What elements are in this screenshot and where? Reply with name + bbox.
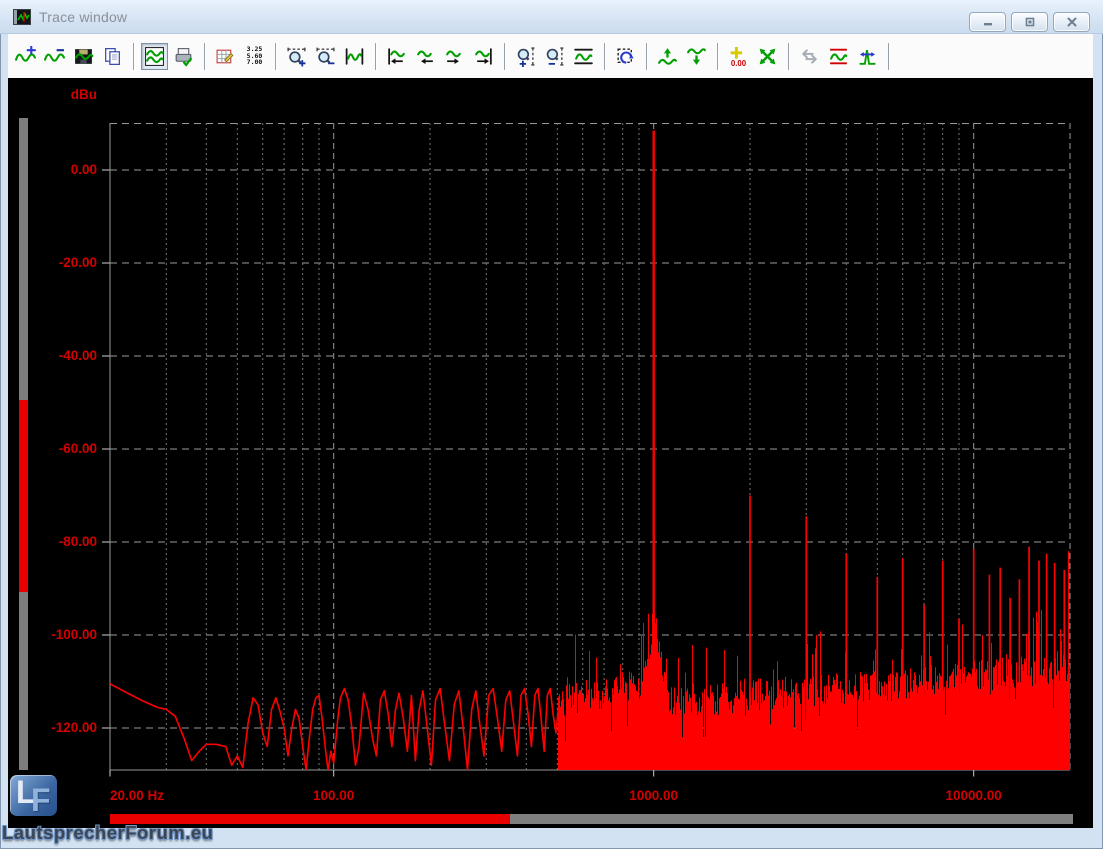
svg-text:0.00: 0.00 (731, 58, 747, 66)
level-meter (19, 118, 28, 770)
add-trace-icon (15, 46, 36, 67)
shift-up-button[interactable] (654, 43, 681, 70)
shift-down-button[interactable] (683, 43, 710, 70)
zoom-area-button[interactable] (612, 43, 639, 70)
value-list-icon: 3.25 5.60 7.00 (247, 46, 263, 66)
limit-lines-icon (828, 46, 849, 67)
scroll-left-end-button[interactable] (383, 43, 410, 70)
show-trace-icon (144, 46, 165, 67)
save-trace-icon (73, 46, 94, 67)
scroll-left-end-icon (386, 46, 407, 67)
add-cursor-icon: 0.00 (728, 46, 749, 67)
y-axis-unit-label: dBu (8, 87, 97, 102)
add-trace-button[interactable] (12, 43, 39, 70)
logo-letter-f: F (31, 782, 51, 816)
toolbar-separator (375, 43, 376, 70)
shift-up-icon (657, 46, 678, 67)
fit-x-button[interactable] (341, 43, 368, 70)
copy-icon (102, 46, 123, 67)
print-icon (173, 46, 194, 67)
cursor-cross-icon (757, 46, 778, 67)
fit-y-button[interactable] (570, 43, 597, 70)
scroll-left-icon (415, 46, 436, 67)
copy-trace-button[interactable] (99, 43, 126, 70)
subtract-trace-button[interactable] (41, 43, 68, 70)
spectrum-plot[interactable] (100, 123, 1078, 781)
toolbar: 3.25 5.60 7.00 (8, 34, 1093, 78)
toolbar-separator (504, 43, 505, 70)
x-tick-label: 1000.00 (629, 788, 678, 803)
edit-values-button[interactable] (212, 43, 239, 70)
minimize-icon (981, 17, 995, 27)
zoom-x-in-button[interactable] (283, 43, 310, 70)
edit-values-icon (215, 46, 236, 67)
scroll-right-icon (444, 46, 465, 67)
toolbar-separator (888, 43, 889, 70)
zoom-area-icon (615, 46, 636, 67)
peak-width-icon (857, 46, 878, 67)
minimize-button[interactable] (969, 12, 1006, 32)
toolbar-separator (604, 43, 605, 70)
show-trace-button[interactable] (141, 43, 168, 70)
plot-client-area: dBu 0.00-20.00-40.00-60.00-80.00-100.00-… (8, 78, 1093, 828)
toolbar-separator (133, 43, 134, 70)
trace-window: Trace window (0, 0, 1103, 849)
fit-x-icon (344, 46, 365, 67)
swap-traces-icon (799, 46, 820, 67)
watermark-text: LautsprecherForum.eu (2, 822, 214, 844)
value-list-button[interactable]: 3.25 5.60 7.00 (241, 43, 268, 70)
close-button[interactable] (1053, 12, 1090, 32)
toolbar-separator (788, 43, 789, 70)
titlebar[interactable]: Trace window (0, 0, 1103, 34)
print-trace-button[interactable] (170, 43, 197, 70)
swap-traces-button (796, 43, 823, 70)
zoom-y-out-icon (544, 46, 565, 67)
horizontal-scrollbar[interactable] (110, 814, 1073, 824)
fit-y-icon (573, 46, 594, 67)
save-trace-button[interactable] (70, 43, 97, 70)
zoom-y-in-button[interactable] (512, 43, 539, 70)
add-cursor-button[interactable]: 0.00 (725, 43, 752, 70)
shift-down-icon (686, 46, 707, 67)
cursor-cross-button[interactable] (754, 43, 781, 70)
toolbar-separator (275, 43, 276, 70)
forum-logo: L F (10, 775, 57, 816)
x-tick-label: 100.00 (313, 788, 354, 803)
window-title: Trace window (39, 9, 127, 25)
subtract-trace-icon (44, 46, 65, 67)
maximize-button[interactable] (1011, 12, 1048, 32)
limit-lines-button[interactable] (825, 43, 852, 70)
maximize-icon (1023, 17, 1037, 27)
x-tick-label: 20.00 Hz (110, 788, 164, 803)
x-tick-label: 10000.00 (946, 788, 1002, 803)
level-meter-value (19, 400, 28, 592)
app-icon (13, 9, 31, 25)
scroll-right-button[interactable] (441, 43, 468, 70)
toolbar-separator (717, 43, 718, 70)
zoom-x-in-icon (286, 46, 307, 67)
scroll-right-end-icon (473, 46, 494, 67)
zoom-x-out-icon (315, 46, 336, 67)
toolbar-separator (646, 43, 647, 70)
close-icon (1065, 17, 1079, 27)
zoom-y-in-icon (515, 46, 536, 67)
zoom-x-out-button[interactable] (312, 43, 339, 70)
scroll-right-end-button[interactable] (470, 43, 497, 70)
peak-width-button[interactable] (854, 43, 881, 70)
toolbar-separator (204, 43, 205, 70)
zoom-y-out-button[interactable] (541, 43, 568, 70)
scroll-left-button[interactable] (412, 43, 439, 70)
